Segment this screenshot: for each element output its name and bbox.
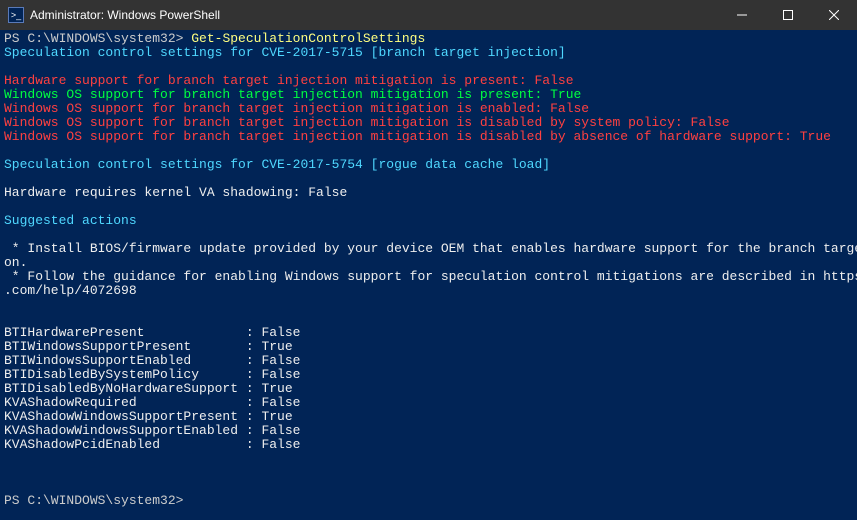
property-row: KVAShadowPcidEnabled : False	[4, 438, 853, 452]
output-line: Windows OS support for branch target inj…	[4, 101, 589, 116]
output-line: Windows OS support for branch target inj…	[4, 129, 831, 144]
prompt-path: PS C:\WINDOWS\system32>	[4, 493, 183, 508]
terminal-area[interactable]: PS C:\WINDOWS\system32> Get-SpeculationC…	[0, 30, 857, 520]
output-line: Windows OS support for branch target inj…	[4, 87, 581, 102]
property-row: BTIDisabledByNoHardwareSupport : True	[4, 382, 853, 396]
window-title: Administrator: Windows PowerShell	[30, 8, 719, 22]
maximize-icon	[783, 10, 793, 20]
command-text: Get-SpeculationControlSettings	[191, 31, 425, 46]
output-line: Suggested actions	[4, 213, 137, 228]
property-row: BTIDisabledBySystemPolicy : False	[4, 368, 853, 382]
minimize-button[interactable]	[719, 0, 765, 30]
minimize-icon	[737, 10, 747, 20]
property-row: BTIHardwarePresent : False	[4, 326, 853, 340]
property-row: KVAShadowRequired : False	[4, 396, 853, 410]
property-list: BTIHardwarePresent : FalseBTIWindowsSupp…	[4, 326, 853, 452]
output-line: Speculation control settings for CVE-201…	[4, 45, 566, 60]
output-line: Windows OS support for branch target inj…	[4, 115, 730, 130]
property-row: KVAShadowWindowsSupportPresent : True	[4, 410, 853, 424]
output-line: Hardware support for branch target injec…	[4, 73, 574, 88]
window-controls	[719, 0, 857, 30]
powershell-window: >_ Administrator: Windows PowerShell PS …	[0, 0, 857, 520]
close-button[interactable]	[811, 0, 857, 30]
property-row: BTIWindowsSupportPresent : True	[4, 340, 853, 354]
property-row: BTIWindowsSupportEnabled : False	[4, 354, 853, 368]
output-line: * Follow the guidance for enabling Windo…	[4, 269, 857, 298]
powershell-icon: >_	[8, 7, 24, 23]
output-line: Speculation control settings for CVE-201…	[4, 157, 550, 172]
property-row: KVAShadowWindowsSupportEnabled : False	[4, 424, 853, 438]
output-line: Hardware requires kernel VA shadowing: F…	[4, 185, 347, 200]
prompt-path: PS C:\WINDOWS\system32>	[4, 31, 183, 46]
close-icon	[829, 10, 839, 20]
output-line: * Install BIOS/firmware update provided …	[4, 241, 857, 270]
maximize-button[interactable]	[765, 0, 811, 30]
titlebar[interactable]: >_ Administrator: Windows PowerShell	[0, 0, 857, 30]
